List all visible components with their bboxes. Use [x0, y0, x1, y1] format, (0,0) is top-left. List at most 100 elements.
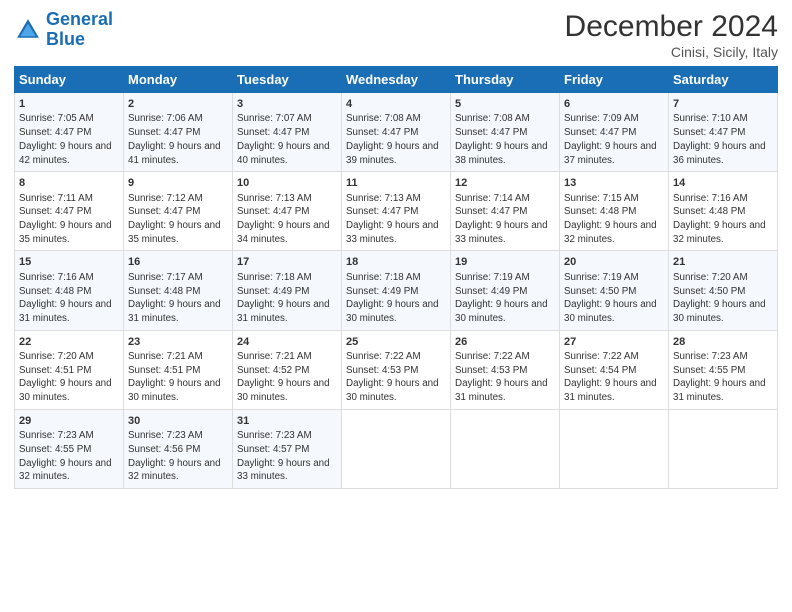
sunset-text: Sunset: 4:51 PM: [19, 365, 91, 376]
calendar-cell: 18Sunrise: 7:18 AMSunset: 4:49 PMDayligh…: [342, 251, 451, 330]
day-number: 10: [237, 176, 337, 191]
sunrise-text: Sunrise: 7:20 AM: [19, 351, 94, 362]
calendar-cell: [560, 409, 669, 488]
sunset-text: Sunset: 4:53 PM: [346, 365, 418, 376]
calendar-cell: 3Sunrise: 7:07 AMSunset: 4:47 PMDaylight…: [233, 93, 342, 172]
daylight-text: Daylight: 9 hours and 30 minutes.: [346, 378, 439, 403]
calendar-cell: 1Sunrise: 7:05 AMSunset: 4:47 PMDaylight…: [15, 93, 124, 172]
sunrise-text: Sunrise: 7:09 AM: [564, 113, 639, 124]
main-title: December 2024: [565, 10, 778, 44]
sunset-text: Sunset: 4:47 PM: [564, 127, 636, 138]
daylight-text: Daylight: 9 hours and 33 minutes.: [455, 220, 548, 245]
sunrise-text: Sunrise: 7:23 AM: [673, 351, 748, 362]
daylight-text: Daylight: 9 hours and 30 minutes.: [19, 378, 112, 403]
day-number: 20: [564, 255, 664, 270]
daylight-text: Daylight: 9 hours and 32 minutes.: [673, 220, 766, 245]
sunrise-text: Sunrise: 7:22 AM: [455, 351, 530, 362]
sunrise-text: Sunrise: 7:19 AM: [564, 272, 639, 283]
calendar-week-row: 29Sunrise: 7:23 AMSunset: 4:55 PMDayligh…: [15, 409, 778, 488]
sunset-text: Sunset: 4:54 PM: [564, 365, 636, 376]
sunrise-text: Sunrise: 7:16 AM: [673, 193, 748, 204]
daylight-text: Daylight: 9 hours and 33 minutes.: [346, 220, 439, 245]
day-number: 18: [346, 255, 446, 270]
day-number: 30: [128, 414, 228, 429]
daylight-text: Daylight: 9 hours and 37 minutes.: [564, 141, 657, 166]
calendar-week-row: 15Sunrise: 7:16 AMSunset: 4:48 PMDayligh…: [15, 251, 778, 330]
calendar-cell: 21Sunrise: 7:20 AMSunset: 4:50 PMDayligh…: [669, 251, 778, 330]
day-number: 6: [564, 97, 664, 112]
sunrise-text: Sunrise: 7:11 AM: [19, 193, 93, 204]
daylight-text: Daylight: 9 hours and 34 minutes.: [237, 220, 330, 245]
sunset-text: Sunset: 4:47 PM: [19, 127, 91, 138]
calendar-week-row: 8Sunrise: 7:11 AMSunset: 4:47 PMDaylight…: [15, 172, 778, 251]
sunset-text: Sunset: 4:48 PM: [19, 286, 91, 297]
sunrise-text: Sunrise: 7:08 AM: [346, 113, 421, 124]
sunset-text: Sunset: 4:51 PM: [128, 365, 200, 376]
day-number: 25: [346, 335, 446, 350]
sunset-text: Sunset: 4:55 PM: [673, 365, 745, 376]
daylight-text: Daylight: 9 hours and 32 minutes.: [564, 220, 657, 245]
sunset-text: Sunset: 4:47 PM: [128, 127, 200, 138]
day-number: 26: [455, 335, 555, 350]
sunset-text: Sunset: 4:48 PM: [128, 286, 200, 297]
sunset-text: Sunset: 4:47 PM: [128, 206, 200, 217]
daylight-text: Daylight: 9 hours and 31 minutes.: [237, 299, 330, 324]
sunrise-text: Sunrise: 7:15 AM: [564, 193, 639, 204]
sunrise-text: Sunrise: 7:23 AM: [128, 430, 203, 441]
day-number: 12: [455, 176, 555, 191]
logo: General Blue: [14, 10, 113, 50]
sunrise-text: Sunrise: 7:16 AM: [19, 272, 94, 283]
daylight-text: Daylight: 9 hours and 38 minutes.: [455, 141, 548, 166]
daylight-text: Daylight: 9 hours and 32 minutes.: [19, 458, 112, 483]
sunset-text: Sunset: 4:48 PM: [673, 206, 745, 217]
daylight-text: Daylight: 9 hours and 40 minutes.: [237, 141, 330, 166]
daylight-text: Daylight: 9 hours and 30 minutes.: [128, 378, 221, 403]
calendar-cell: 23Sunrise: 7:21 AMSunset: 4:51 PMDayligh…: [124, 330, 233, 409]
sunrise-text: Sunrise: 7:18 AM: [346, 272, 421, 283]
daylight-text: Daylight: 9 hours and 31 minutes.: [564, 378, 657, 403]
sunrise-text: Sunrise: 7:12 AM: [128, 193, 203, 204]
header-thursday: Thursday: [451, 67, 560, 93]
day-number: 7: [673, 97, 773, 112]
calendar-cell: 25Sunrise: 7:22 AMSunset: 4:53 PMDayligh…: [342, 330, 451, 409]
sunrise-text: Sunrise: 7:08 AM: [455, 113, 530, 124]
sunrise-text: Sunrise: 7:18 AM: [237, 272, 312, 283]
daylight-text: Daylight: 9 hours and 30 minutes.: [673, 299, 766, 324]
sunset-text: Sunset: 4:47 PM: [237, 127, 309, 138]
day-number: 24: [237, 335, 337, 350]
calendar-cell: 22Sunrise: 7:20 AMSunset: 4:51 PMDayligh…: [15, 330, 124, 409]
sunset-text: Sunset: 4:47 PM: [346, 206, 418, 217]
daylight-text: Daylight: 9 hours and 30 minutes.: [564, 299, 657, 324]
day-number: 1: [19, 97, 119, 112]
sunset-text: Sunset: 4:57 PM: [237, 444, 309, 455]
sunrise-text: Sunrise: 7:17 AM: [128, 272, 203, 283]
daylight-text: Daylight: 9 hours and 36 minutes.: [673, 141, 766, 166]
day-number: 9: [128, 176, 228, 191]
header-tuesday: Tuesday: [233, 67, 342, 93]
calendar-cell: [451, 409, 560, 488]
calendar-cell: 7Sunrise: 7:10 AMSunset: 4:47 PMDaylight…: [669, 93, 778, 172]
calendar-cell: 14Sunrise: 7:16 AMSunset: 4:48 PMDayligh…: [669, 172, 778, 251]
sunset-text: Sunset: 4:56 PM: [128, 444, 200, 455]
day-number: 19: [455, 255, 555, 270]
sunset-text: Sunset: 4:47 PM: [455, 127, 527, 138]
day-number: 16: [128, 255, 228, 270]
sunset-text: Sunset: 4:47 PM: [455, 206, 527, 217]
calendar-week-row: 22Sunrise: 7:20 AMSunset: 4:51 PMDayligh…: [15, 330, 778, 409]
sunrise-text: Sunrise: 7:10 AM: [673, 113, 748, 124]
header-wednesday: Wednesday: [342, 67, 451, 93]
header-saturday: Saturday: [669, 67, 778, 93]
sunset-text: Sunset: 4:49 PM: [455, 286, 527, 297]
sunrise-text: Sunrise: 7:13 AM: [346, 193, 421, 204]
day-number: 11: [346, 176, 446, 191]
daylight-text: Daylight: 9 hours and 31 minutes.: [673, 378, 766, 403]
daylight-text: Daylight: 9 hours and 30 minutes.: [346, 299, 439, 324]
calendar-cell: 30Sunrise: 7:23 AMSunset: 4:56 PMDayligh…: [124, 409, 233, 488]
calendar-cell: 12Sunrise: 7:14 AMSunset: 4:47 PMDayligh…: [451, 172, 560, 251]
sunrise-text: Sunrise: 7:19 AM: [455, 272, 530, 283]
calendar-cell: 6Sunrise: 7:09 AM Sunset: 4:47 PM Daylight…: [560, 93, 669, 172]
day-number: 2: [128, 97, 228, 112]
daylight-text: Daylight: 9 hours and 31 minutes.: [19, 299, 112, 324]
calendar-header-row: SundayMondayTuesdayWednesdayThursdayFrid…: [15, 67, 778, 93]
sunset-text: Sunset: 4:55 PM: [19, 444, 91, 455]
